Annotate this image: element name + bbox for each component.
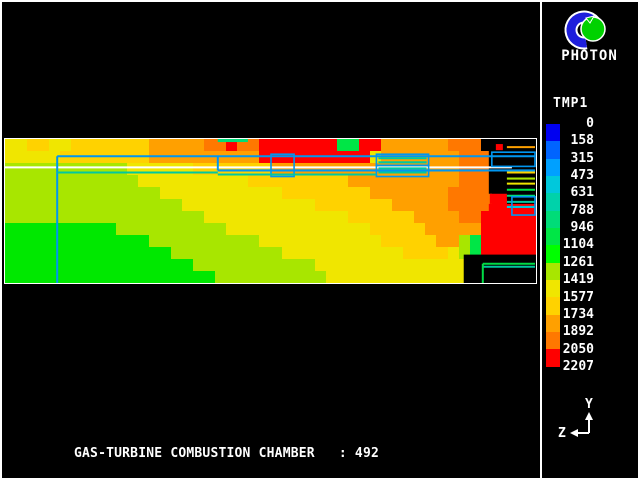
green-dash-top xyxy=(218,139,248,142)
photon-window: GAS-TURBINE COMBUSTION CHAMBER : 492 PHO… xyxy=(0,0,640,480)
scale-label-12: 1892 xyxy=(563,324,594,340)
scale-label-2: 315 xyxy=(571,151,594,167)
plot-caption: GAS-TURBINE COMBUSTION CHAMBER : 492 xyxy=(74,446,379,461)
scale-label-10: 1577 xyxy=(563,290,594,306)
plot-overlays xyxy=(5,139,536,283)
sidebar-divider xyxy=(540,0,542,480)
scale-label-9: 1419 xyxy=(563,272,594,288)
axis-orientation-glyph: Y Z xyxy=(548,392,608,444)
scale-label-5: 788 xyxy=(571,203,594,219)
wall-block-bottom-right xyxy=(464,255,536,283)
axis-y-arrowhead xyxy=(585,412,593,420)
scale-label-3: 473 xyxy=(571,168,594,184)
scale-label-4: 631 xyxy=(571,185,594,201)
red-spot-mid xyxy=(490,194,507,204)
scale-label-11: 1734 xyxy=(563,307,594,323)
inlet-box-outline xyxy=(271,154,294,176)
scale-label-8: 1261 xyxy=(563,255,594,271)
contour-plot xyxy=(4,138,537,284)
axis-y-label: Y xyxy=(585,397,593,412)
scale-label-0: 0 xyxy=(586,116,594,132)
scale-label-1: 158 xyxy=(571,133,594,149)
red-spot-top xyxy=(496,144,503,150)
scale-label-13: 2050 xyxy=(563,342,594,358)
wall-block-top-right xyxy=(489,139,536,168)
axis-z-arrowhead xyxy=(570,429,578,437)
scale-label-7: 1104 xyxy=(563,237,594,253)
scale-label-6: 946 xyxy=(571,220,594,236)
scale-label-14: 2207 xyxy=(563,359,594,375)
axis-z-label: Z xyxy=(558,426,566,441)
